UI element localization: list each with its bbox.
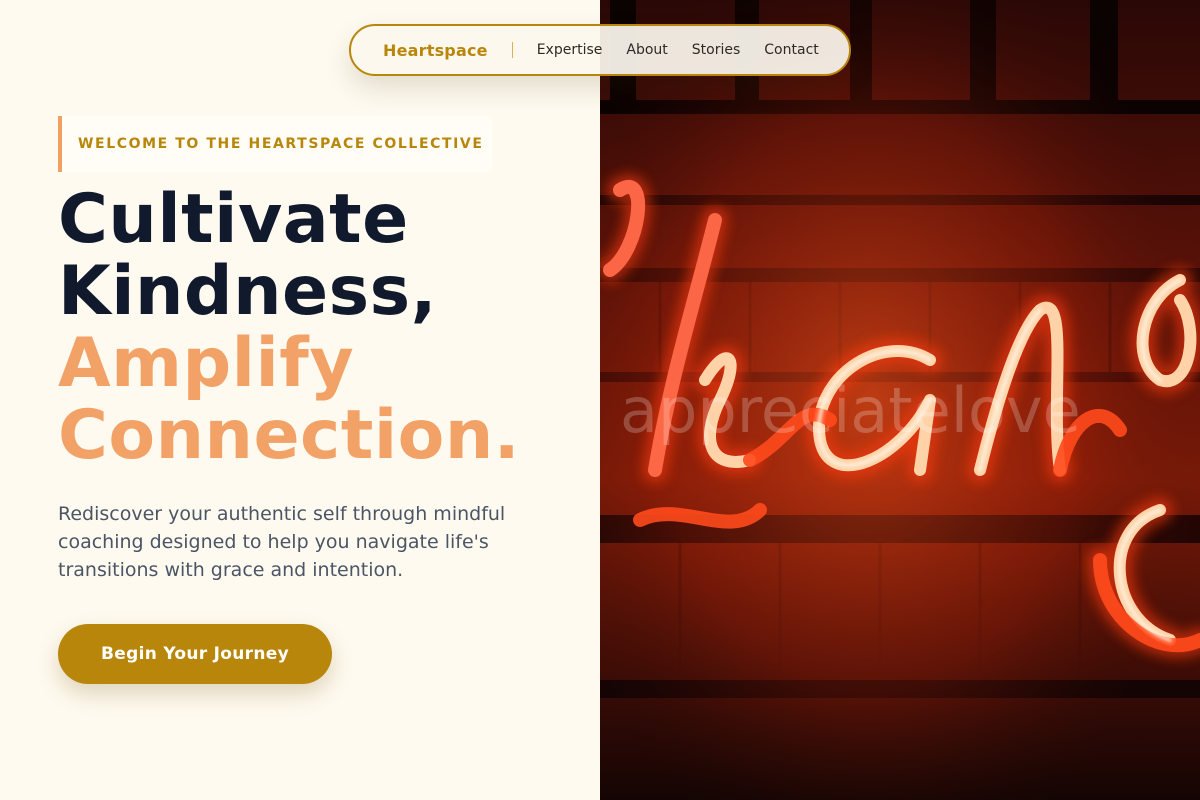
image-watermark-text: appreciatelove [620, 374, 1081, 447]
nav-link-about[interactable]: About [626, 42, 667, 58]
headline-line-3: Amplify [58, 324, 355, 403]
nav-divider [511, 42, 513, 58]
nav-link-contact[interactable]: Contact [764, 42, 818, 58]
headline-line-1: Cultivate [58, 180, 409, 259]
top-navigation: Heartspace Expertise About Stories Conta… [349, 24, 851, 76]
headline-line-2: Kindness, [58, 252, 437, 331]
headline-line-4: Connection. [58, 396, 521, 475]
hero-eyebrow: WELCOME TO THE HEARTSPACE COLLECTIVE [58, 116, 492, 172]
hero-description: Rediscover your authentic self through m… [58, 503, 506, 581]
hero-image: appreciatelove [600, 0, 1200, 800]
hero-eyebrow-text: WELCOME TO THE HEARTSPACE COLLECTIVE [78, 136, 484, 152]
neon-sign-photo: appreciatelove [600, 0, 1200, 800]
begin-journey-button[interactable]: Begin Your Journey [58, 624, 332, 684]
nav-link-stories[interactable]: Stories [692, 42, 741, 58]
nav-link-expertise[interactable]: Expertise [537, 42, 603, 58]
brand-logo-link[interactable]: Heartspace [383, 41, 488, 60]
hero-headline: Cultivate Kindness, Amplify Connection. [58, 184, 520, 472]
nav-links: Expertise About Stories Contact [537, 42, 819, 58]
